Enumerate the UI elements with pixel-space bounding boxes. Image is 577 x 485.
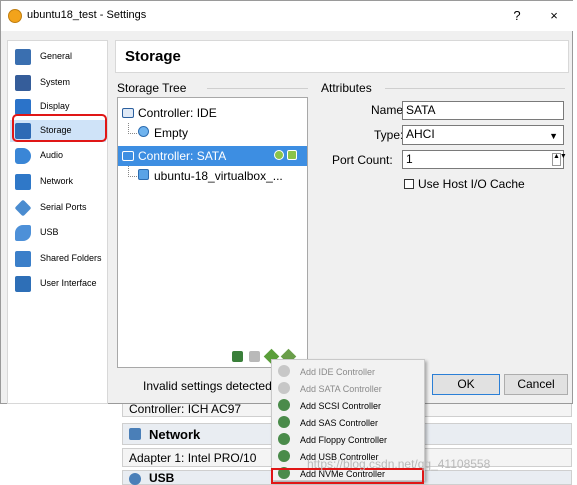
sidebar-item-label: System: [40, 77, 71, 87]
menu-item-add-floppy[interactable]: Add Floppy Controller: [272, 431, 424, 448]
optical-disc-icon: [138, 126, 149, 137]
sidebar-item-audio[interactable]: Audio: [10, 145, 106, 167]
storage-tree[interactable]: Controller: IDE Empty Controller: SATA u…: [117, 97, 308, 368]
remove-attachment-icon[interactable]: [249, 351, 260, 362]
settings-sidebar: General System Display Storage Audio Net…: [7, 40, 108, 404]
tree-row-controller-sata[interactable]: Controller: SATA: [118, 146, 307, 166]
add-hard-disk-icon[interactable]: [287, 150, 297, 160]
audio-icon: [15, 148, 31, 164]
chevron-down-icon: ▼: [549, 131, 558, 141]
tree-row-label: ubuntu-18_virtualbox_...: [154, 169, 283, 183]
tree-connector: [128, 166, 137, 177]
virtualbox-app-icon: [8, 9, 22, 23]
menu-item-add-sata[interactable]: Add SATA Controller: [272, 380, 424, 397]
controller-icon: [122, 151, 134, 161]
sidebar-item-label: Display: [40, 101, 70, 111]
network-icon: [15, 174, 31, 190]
type-select-value: AHCI: [406, 127, 435, 141]
page-title: Storage: [125, 48, 181, 65]
page-header: Storage: [115, 40, 569, 73]
title-bar: ubuntu18_test - Settings ? ×: [1, 1, 574, 31]
sidebar-item-serial-ports[interactable]: Serial Ports: [10, 197, 106, 219]
heading-divider: [207, 88, 308, 89]
settings-window: ubuntu18_test - Settings ? × General Sys…: [0, 0, 574, 404]
tree-row-empty[interactable]: Empty: [118, 123, 307, 143]
menu-item-label: Add SAS Controller: [300, 418, 379, 428]
close-button[interactable]: ×: [544, 6, 564, 26]
sidebar-item-shared-folders[interactable]: Shared Folders: [10, 248, 106, 270]
sidebar-item-usb[interactable]: USB: [10, 222, 106, 244]
sidebar-item-label: User Interface: [40, 278, 97, 288]
type-select[interactable]: AHCI ▼: [402, 125, 564, 145]
sidebar-item-general[interactable]: General: [10, 46, 106, 68]
tree-connector: [128, 123, 137, 134]
sas-controller-icon: [278, 416, 290, 428]
sidebar-item-label: Audio: [40, 150, 64, 160]
add-attachment-icon[interactable]: [232, 351, 243, 362]
display-icon: [15, 99, 31, 115]
sidebar-item-system[interactable]: System: [10, 72, 106, 94]
usb-section-title: USB: [149, 471, 175, 485]
attributes-heading: Attributes: [321, 81, 372, 95]
usb-icon: [129, 473, 141, 485]
menu-item-label: Add SATA Controller: [300, 384, 382, 394]
network-section-title: Network: [149, 427, 201, 442]
port-count-value: 1: [406, 152, 413, 166]
adapter-row-text: Adapter 1: Intel PRO/10: [129, 451, 257, 465]
invalid-settings-status: Invalid settings detected: [143, 379, 272, 393]
watermark-text: https://blog.csdn.net/qq_41108558: [307, 457, 491, 471]
sidebar-item-label: General: [40, 51, 73, 61]
ok-button[interactable]: OK: [432, 374, 500, 395]
sata-controller-icon: [278, 382, 290, 394]
user-interface-icon: [15, 276, 31, 292]
spin-arrows-icon[interactable]: ▲▼: [552, 153, 567, 166]
tree-row-disk[interactable]: ubuntu-18_virtualbox_...: [118, 166, 307, 186]
tree-row-label: Controller: IDE: [138, 106, 217, 120]
add-optical-drive-icon[interactable]: [274, 150, 284, 160]
hard-disk-icon: [138, 169, 149, 180]
name-field[interactable]: SATA: [402, 101, 564, 120]
storage-tree-heading: Storage Tree: [117, 81, 187, 95]
use-host-cache-checkbox[interactable]: [404, 179, 414, 189]
sidebar-item-network[interactable]: Network: [10, 171, 106, 193]
tree-row-label: Empty: [154, 126, 189, 140]
controller-icon: [122, 108, 134, 118]
network-icon: [129, 428, 141, 440]
tree-row-label: Controller: SATA: [138, 149, 227, 163]
ide-controller-icon: [278, 365, 290, 377]
menu-item-add-ide[interactable]: Add IDE Controller: [272, 363, 424, 380]
sidebar-item-user-interface[interactable]: User Interface: [10, 273, 106, 295]
sidebar-item-label: Shared Folders: [40, 253, 102, 263]
usb-controller-icon: [278, 450, 290, 462]
cancel-button[interactable]: Cancel: [504, 374, 568, 395]
menu-item-label: Add IDE Controller: [300, 367, 376, 377]
port-count-label: Port Count:: [332, 153, 393, 167]
sidebar-item-label: Network: [40, 176, 74, 186]
type-label: Type:: [374, 128, 404, 142]
floppy-controller-icon: [278, 433, 290, 445]
storage-highlight: [12, 114, 107, 142]
menu-item-add-sas[interactable]: Add SAS Controller: [272, 414, 424, 431]
system-icon: [15, 75, 31, 91]
sidebar-item-label: USB: [40, 227, 59, 237]
tree-row-controller-ide[interactable]: Controller: IDE: [118, 103, 307, 123]
menu-item-add-scsi[interactable]: Add SCSI Controller: [272, 397, 424, 414]
port-count-stepper[interactable]: 1 ▲▼: [402, 150, 567, 169]
serial-ports-icon: [14, 199, 32, 217]
shared-folders-icon: [15, 251, 31, 267]
window-title: ubuntu18_test - Settings: [27, 9, 147, 21]
menu-item-label: Add SCSI Controller: [300, 401, 382, 411]
scsi-controller-icon: [278, 399, 290, 411]
heading-divider: [385, 88, 565, 89]
controller-row-text: Controller: ICH AC97: [129, 402, 242, 416]
menu-item-label: Add Floppy Controller: [300, 435, 388, 445]
sidebar-item-label: Serial Ports: [40, 202, 87, 212]
help-button[interactable]: ?: [507, 6, 527, 26]
use-host-cache-label: Use Host I/O Cache: [418, 177, 525, 191]
general-icon: [15, 49, 31, 65]
usb-icon: [15, 225, 31, 241]
